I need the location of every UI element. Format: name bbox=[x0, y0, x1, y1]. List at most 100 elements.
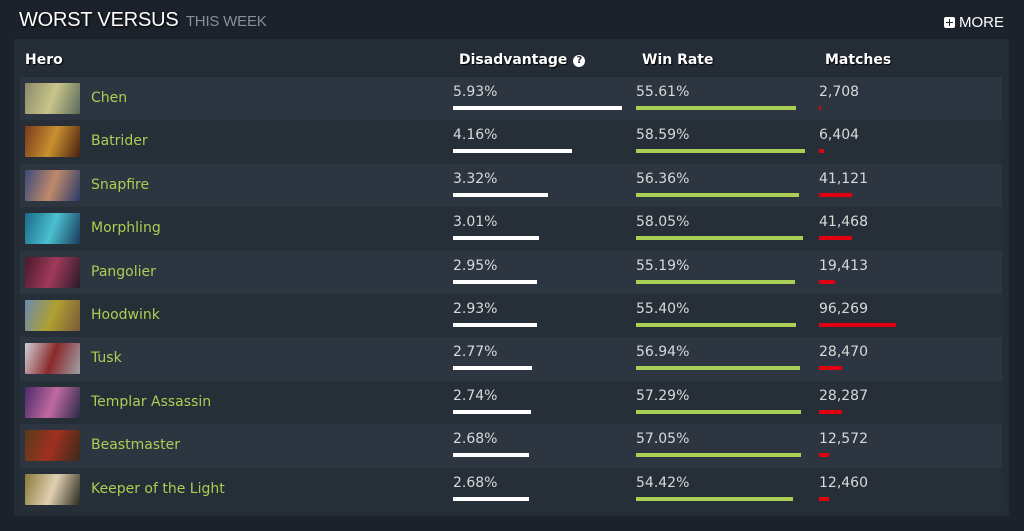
win-rate-cell: 56.94% bbox=[636, 343, 801, 371]
matches-cell: 6,404 bbox=[819, 126, 860, 154]
disadvantage-value: 5.93% bbox=[453, 84, 498, 100]
column-header-matches[interactable]: Matches bbox=[825, 52, 891, 68]
disadvantage-cell: 2.95% bbox=[453, 257, 538, 284]
hero-portrait[interactable] bbox=[25, 169, 80, 201]
matches-value: 12,460 bbox=[819, 474, 868, 491]
disadvantage-value: 2.77% bbox=[453, 344, 498, 361]
more-button[interactable]: MORE bbox=[944, 14, 1004, 31]
help-icon[interactable]: ? bbox=[573, 55, 586, 67]
hero-name-link[interactable]: Keeper of the Light bbox=[91, 481, 225, 497]
hero-name-link[interactable]: Hoodwink bbox=[91, 307, 160, 323]
matches-value: 19,413 bbox=[819, 257, 868, 274]
win-rate-value: 54.42% bbox=[636, 474, 690, 491]
disadvantage-cell: 2.93% bbox=[453, 300, 537, 327]
matches-value: 41,468 bbox=[819, 214, 868, 231]
disadvantage-bar bbox=[453, 366, 532, 371]
matches-cell: 41,121 bbox=[819, 170, 868, 197]
matches-value: 41,121 bbox=[819, 170, 868, 187]
matches-bar bbox=[819, 192, 852, 197]
disadvantage-bar bbox=[453, 453, 530, 458]
disadvantage-bar bbox=[453, 192, 548, 197]
hero-name-link[interactable]: Snapfire bbox=[91, 177, 149, 193]
win-rate-value: 55.40% bbox=[636, 300, 690, 317]
column-header-matches-label: Matches bbox=[825, 52, 892, 68]
column-header-win-rate[interactable]: Win Rate bbox=[642, 52, 714, 68]
table-row: Beastmaster 2.68% 57.05% 12,572 bbox=[20, 424, 1002, 468]
table-row: Snapfire 3.32% 56.36% 41,121 bbox=[20, 163, 1002, 208]
disadvantage-bar bbox=[453, 149, 572, 154]
hero-name-link[interactable]: Pangolier bbox=[91, 264, 156, 280]
win-rate-cell: 58.05% bbox=[636, 213, 804, 241]
table-row: Tusk 2.77% 56.94% 28,470 bbox=[20, 337, 1002, 381]
column-header-disadvantage[interactable]: Disadvantage? bbox=[459, 52, 586, 68]
column-header-hero-label: Hero bbox=[25, 52, 63, 68]
disadvantage-bar bbox=[453, 236, 539, 241]
matches-value: 28,287 bbox=[819, 387, 868, 404]
hero-portrait[interactable] bbox=[25, 126, 80, 158]
disadvantage-cell: 2.74% bbox=[453, 387, 532, 414]
disadvantage-value: 2.95% bbox=[453, 257, 498, 274]
disadvantage-value: 2.68% bbox=[453, 431, 498, 448]
hero-portrait[interactable] bbox=[25, 256, 80, 288]
win-rate-bar bbox=[636, 236, 804, 241]
disadvantage-cell: 2.68% bbox=[453, 474, 530, 501]
hero-name-link[interactable]: Chen bbox=[91, 90, 127, 106]
matches-cell: 19,413 bbox=[819, 257, 868, 284]
table-header: Hero Disadvantage? Win Rate Matches bbox=[14, 39, 1009, 77]
win-rate-value: 56.94% bbox=[636, 344, 690, 361]
table-row: Templar Assassin 2.74% 57.29% 28,287 bbox=[20, 380, 1002, 425]
worst-versus-table: Hero Disadvantage? Win Rate Matches Chen… bbox=[14, 39, 1009, 516]
matches-value: 6,404 bbox=[819, 127, 860, 144]
hero-portrait[interactable] bbox=[25, 299, 80, 331]
hero-name-link[interactable]: Batrider bbox=[91, 133, 148, 149]
disadvantage-value: 3.32% bbox=[453, 170, 498, 187]
disadvantage-value: 2.74% bbox=[453, 387, 498, 404]
hero-name-link[interactable]: Tusk bbox=[91, 350, 122, 366]
win-rate-cell: 56.36% bbox=[636, 170, 799, 197]
disadvantage-value: 4.16% bbox=[453, 127, 498, 144]
table-row: Keeper of the Light 2.68% 54.42% 12,460 bbox=[20, 467, 1002, 511]
matches-cell: 28,287 bbox=[819, 387, 868, 414]
table-row: Morphling 3.01% 58.05% 41,468 bbox=[20, 207, 1002, 251]
win-rate-value: 56.36% bbox=[636, 170, 690, 187]
section-title: WORST VERSUS THIS WEEK bbox=[19, 9, 267, 32]
matches-cell: 12,572 bbox=[819, 430, 868, 458]
matches-cell: 2,708 bbox=[819, 83, 859, 110]
matches-value: 2,708 bbox=[819, 84, 860, 100]
matches-value: 12,572 bbox=[819, 431, 868, 448]
matches-bar bbox=[819, 149, 825, 154]
win-rate-bar bbox=[636, 409, 802, 414]
disadvantage-cell: 5.93% bbox=[453, 83, 622, 110]
matches-bar bbox=[819, 409, 842, 414]
hero-portrait[interactable] bbox=[25, 473, 80, 505]
matches-bar bbox=[819, 496, 829, 501]
matches-bar bbox=[819, 106, 822, 110]
hero-portrait[interactable] bbox=[25, 343, 80, 375]
hero-name-link[interactable]: Beastmaster bbox=[91, 437, 180, 453]
more-label: MORE bbox=[959, 14, 1004, 31]
disadvantage-cell: 2.68% bbox=[453, 430, 530, 458]
win-rate-cell: 57.29% bbox=[636, 387, 802, 414]
disadvantage-bar bbox=[453, 322, 537, 327]
hero-portrait[interactable] bbox=[25, 83, 80, 114]
win-rate-value: 57.05% bbox=[636, 431, 690, 448]
table-body: Chen 5.93% 55.61% 2,708 Batrider 4.16% 5… bbox=[20, 77, 1002, 511]
matches-cell: 12,460 bbox=[819, 474, 868, 501]
hero-portrait[interactable] bbox=[25, 213, 80, 245]
subtitle-text: THIS WEEK bbox=[185, 13, 267, 30]
matches-value: 28,470 bbox=[819, 344, 868, 361]
hero-portrait[interactable] bbox=[25, 430, 80, 462]
hero-portrait[interactable] bbox=[25, 386, 80, 418]
title-text: WORST VERSUS bbox=[19, 9, 179, 31]
win-rate-bar bbox=[636, 192, 799, 197]
win-rate-value: 55.61% bbox=[636, 84, 690, 100]
column-header-disadvantage-label: Disadvantage bbox=[459, 52, 568, 68]
disadvantage-bar bbox=[453, 106, 622, 110]
column-header-hero[interactable]: Hero bbox=[25, 52, 63, 68]
hero-name-link[interactable]: Templar Assassin bbox=[91, 394, 211, 410]
column-header-win-rate-label: Win Rate bbox=[642, 52, 714, 68]
matches-cell: 96,269 bbox=[819, 300, 896, 327]
table-row: Pangolier 2.95% 55.19% 19,413 bbox=[20, 250, 1002, 294]
hero-name-link[interactable]: Morphling bbox=[91, 220, 161, 236]
disadvantage-value: 3.01% bbox=[453, 214, 498, 231]
